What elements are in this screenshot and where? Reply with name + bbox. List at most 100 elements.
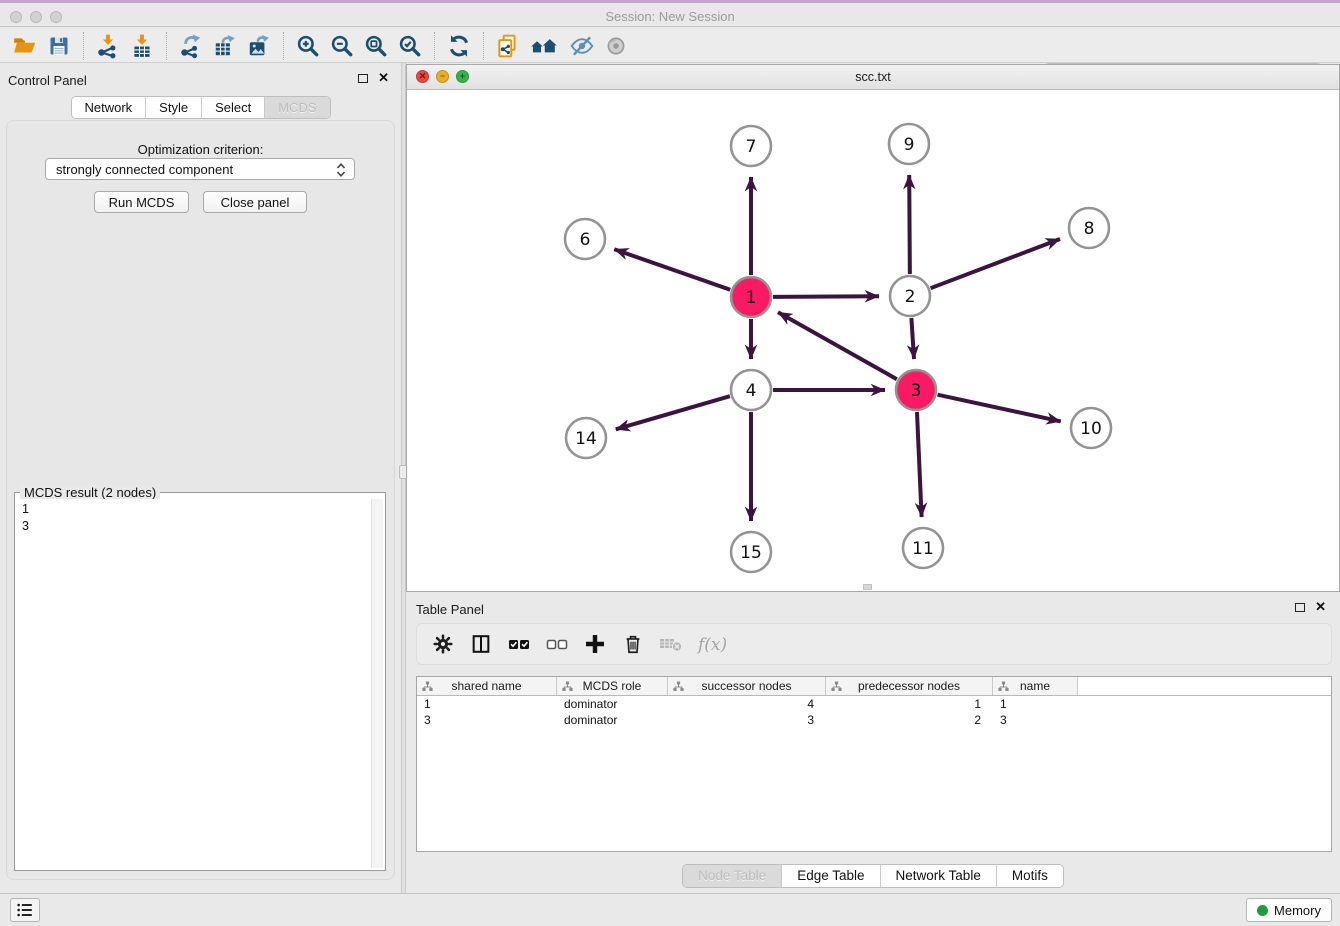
tab-select[interactable]: Select [201, 97, 264, 118]
cell-shared-name[interactable]: 3 [417, 712, 557, 728]
cell-name[interactable]: 1 [993, 696, 1078, 712]
save-floppy-icon [47, 34, 71, 58]
memory-button[interactable]: Memory [1246, 898, 1332, 922]
export-image-button[interactable] [242, 31, 276, 61]
trash-icon [622, 633, 644, 655]
node-label-11: 11 [912, 539, 934, 559]
toolbar-separator [83, 32, 84, 60]
edge-3-10[interactable] [937, 395, 1060, 422]
close-panel-button[interactable]: Close panel [203, 191, 307, 213]
first-neighbors-button[interactable] [525, 31, 565, 61]
show-all-button[interactable] [599, 31, 633, 61]
table-row[interactable]: 1dominator411 [417, 696, 1331, 712]
float-table-panel-icon[interactable] [1295, 603, 1305, 612]
edge-2-8[interactable] [931, 239, 1060, 288]
tab-style[interactable]: Style [145, 97, 201, 118]
edge-2-9[interactable] [909, 175, 910, 274]
cell-MCDS-role[interactable]: dominator [557, 712, 668, 728]
edge-3-1[interactable] [778, 312, 897, 379]
table-options-button[interactable] [427, 628, 459, 660]
column-label: predecessor nodes [858, 679, 960, 693]
node-label-10: 10 [1080, 419, 1102, 439]
edge-3-11[interactable] [917, 412, 922, 517]
deselect-all-rows-button[interactable] [541, 628, 573, 660]
task-history-button[interactable] [10, 898, 40, 922]
zoom-fit-button[interactable] [359, 31, 393, 61]
node-label-3: 3 [911, 381, 922, 401]
workspace-area: ✕ − + scc.txt 7968124314101511 Table Pan… [406, 63, 1340, 893]
checked-boxes-icon [507, 632, 531, 656]
canvas-scroll-grip[interactable] [863, 584, 872, 590]
column-header-successor-nodes[interactable]: successor nodes [668, 677, 826, 695]
export-table-button[interactable] [208, 31, 242, 61]
cell-successor-nodes[interactable]: 4 [668, 696, 826, 712]
import-table-button[interactable] [125, 31, 159, 61]
float-panel-icon[interactable] [358, 74, 368, 83]
zoom-selected-button[interactable] [393, 31, 427, 61]
tab-mcds[interactable]: MCDS [264, 97, 329, 118]
column-header-predecessor-nodes[interactable]: predecessor nodes [826, 677, 993, 695]
gear-icon [432, 633, 454, 655]
run-mcds-button[interactable]: Run MCDS [94, 191, 189, 213]
list-icon [15, 900, 35, 920]
edge-4-14[interactable] [616, 396, 730, 429]
delete-table-button[interactable] [655, 628, 687, 660]
export-network-button[interactable] [174, 31, 208, 61]
cell-name[interactable]: 3 [993, 712, 1078, 728]
result-scrollbar[interactable] [371, 499, 383, 868]
network-view-window: ✕ − + scc.txt 7968124314101511 [406, 64, 1340, 592]
hide-selected-button[interactable] [565, 31, 599, 61]
table-tabs: Node TableEdge TableNetwork TableMotifs [406, 864, 1340, 888]
column-header-name[interactable]: name [993, 677, 1078, 695]
cell-successor-nodes[interactable]: 3 [668, 712, 826, 728]
application-window: Session: New Session [0, 0, 1340, 926]
tab-edge-table[interactable]: Edge Table [781, 865, 879, 887]
zoom-in-button[interactable] [291, 31, 325, 61]
column-header-shared-name[interactable]: shared name [417, 677, 557, 695]
function-builder-button[interactable]: f(x) [693, 628, 737, 660]
cell-MCDS-role[interactable]: dominator [557, 696, 668, 712]
refresh-layout-button[interactable] [442, 31, 476, 61]
edge-1-6[interactable] [614, 249, 730, 290]
save-session-button[interactable] [42, 31, 76, 61]
toolbar-separator [166, 32, 167, 60]
import-network-button[interactable] [91, 31, 125, 61]
column-header-MCDS-role[interactable]: MCDS role [557, 677, 668, 695]
node-label-7: 7 [746, 137, 757, 157]
edge-2-3[interactable] [911, 318, 914, 359]
network-canvas[interactable]: 7968124314101511 [407, 90, 1339, 591]
clone-network-button[interactable] [491, 31, 525, 61]
close-table-panel-icon[interactable]: ✕ [1315, 602, 1326, 612]
select-all-rows-button[interactable] [503, 628, 535, 660]
export-image-icon [246, 33, 272, 59]
close-panel-icon[interactable]: ✕ [378, 73, 389, 83]
column-type-icon [998, 681, 1009, 692]
tab-motifs[interactable]: Motifs [996, 865, 1063, 887]
status-bar: Memory [0, 893, 1340, 926]
table-row[interactable]: 3dominator323 [417, 712, 1331, 728]
column-type-icon [562, 681, 573, 692]
criterion-dropdown[interactable]: strongly connected component [45, 158, 355, 180]
network-graph: 7968124314101511 [407, 90, 1339, 591]
delete-column-button[interactable] [617, 628, 649, 660]
refresh-icon [446, 33, 472, 59]
table-panel-title: Table Panel [416, 601, 484, 619]
tab-network[interactable]: Network [71, 97, 145, 118]
fx-icon: f(x) [695, 632, 735, 656]
columns-icon [470, 633, 492, 655]
mcds-result-text[interactable]: 1 3 [17, 499, 370, 868]
cell-shared-name[interactable]: 1 [417, 696, 557, 712]
node-label-9: 9 [904, 135, 915, 155]
edge-1-2[interactable] [773, 296, 879, 297]
column-label: MCDS role [583, 679, 642, 693]
window-title: Session: New Session [0, 9, 1340, 24]
tab-node-table[interactable]: Node Table [683, 865, 781, 887]
cell-predecessor-nodes[interactable]: 1 [826, 696, 993, 712]
cell-predecessor-nodes[interactable]: 2 [826, 712, 993, 728]
node-label-6: 6 [580, 230, 591, 250]
column-visibility-button[interactable] [465, 628, 497, 660]
open-session-button[interactable] [8, 31, 42, 61]
add-column-button[interactable] [579, 628, 611, 660]
tab-network-table[interactable]: Network Table [880, 865, 996, 887]
zoom-out-button[interactable] [325, 31, 359, 61]
